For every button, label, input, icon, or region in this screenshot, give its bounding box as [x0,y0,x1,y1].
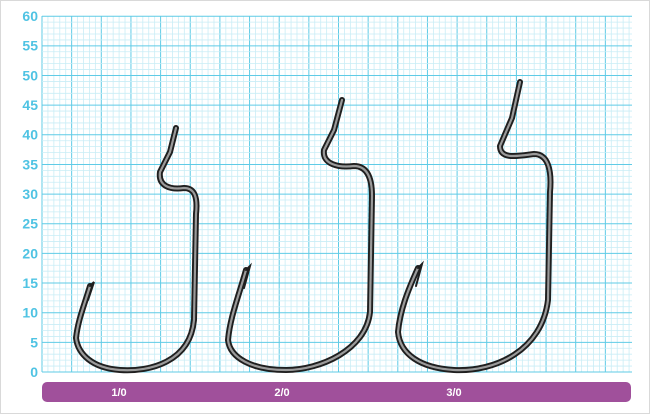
y-tick-label: 55 [22,38,38,54]
y-tick-label: 10 [22,305,38,321]
y-tick-label: 40 [22,127,38,143]
size-bar: 1/0 2/0 3/0 [42,382,631,402]
y-tick-label: 20 [22,245,38,261]
hook-size-chart: 605550454035302520151050 1/0 2/0 3/0 [22,8,632,402]
size-label-2-0: 2/0 [274,387,289,399]
y-tick-label: 30 [22,186,38,202]
y-tick-label: 25 [22,216,38,232]
y-tick-label: 0 [30,364,38,380]
y-tick-label: 60 [22,8,38,24]
y-tick-label: 15 [22,275,38,291]
size-label-1-0: 1/0 [111,387,126,399]
hook-3-0 [395,79,554,374]
size-label-3-0: 3/0 [446,387,461,399]
y-tick-label: 45 [22,97,38,113]
hooks-group [73,79,554,374]
y-axis-ticks: 605550454035302520151050 [22,8,38,380]
y-tick-label: 50 [22,67,38,83]
y-tick-label: 5 [30,334,38,350]
y-tick-label: 35 [22,156,38,172]
